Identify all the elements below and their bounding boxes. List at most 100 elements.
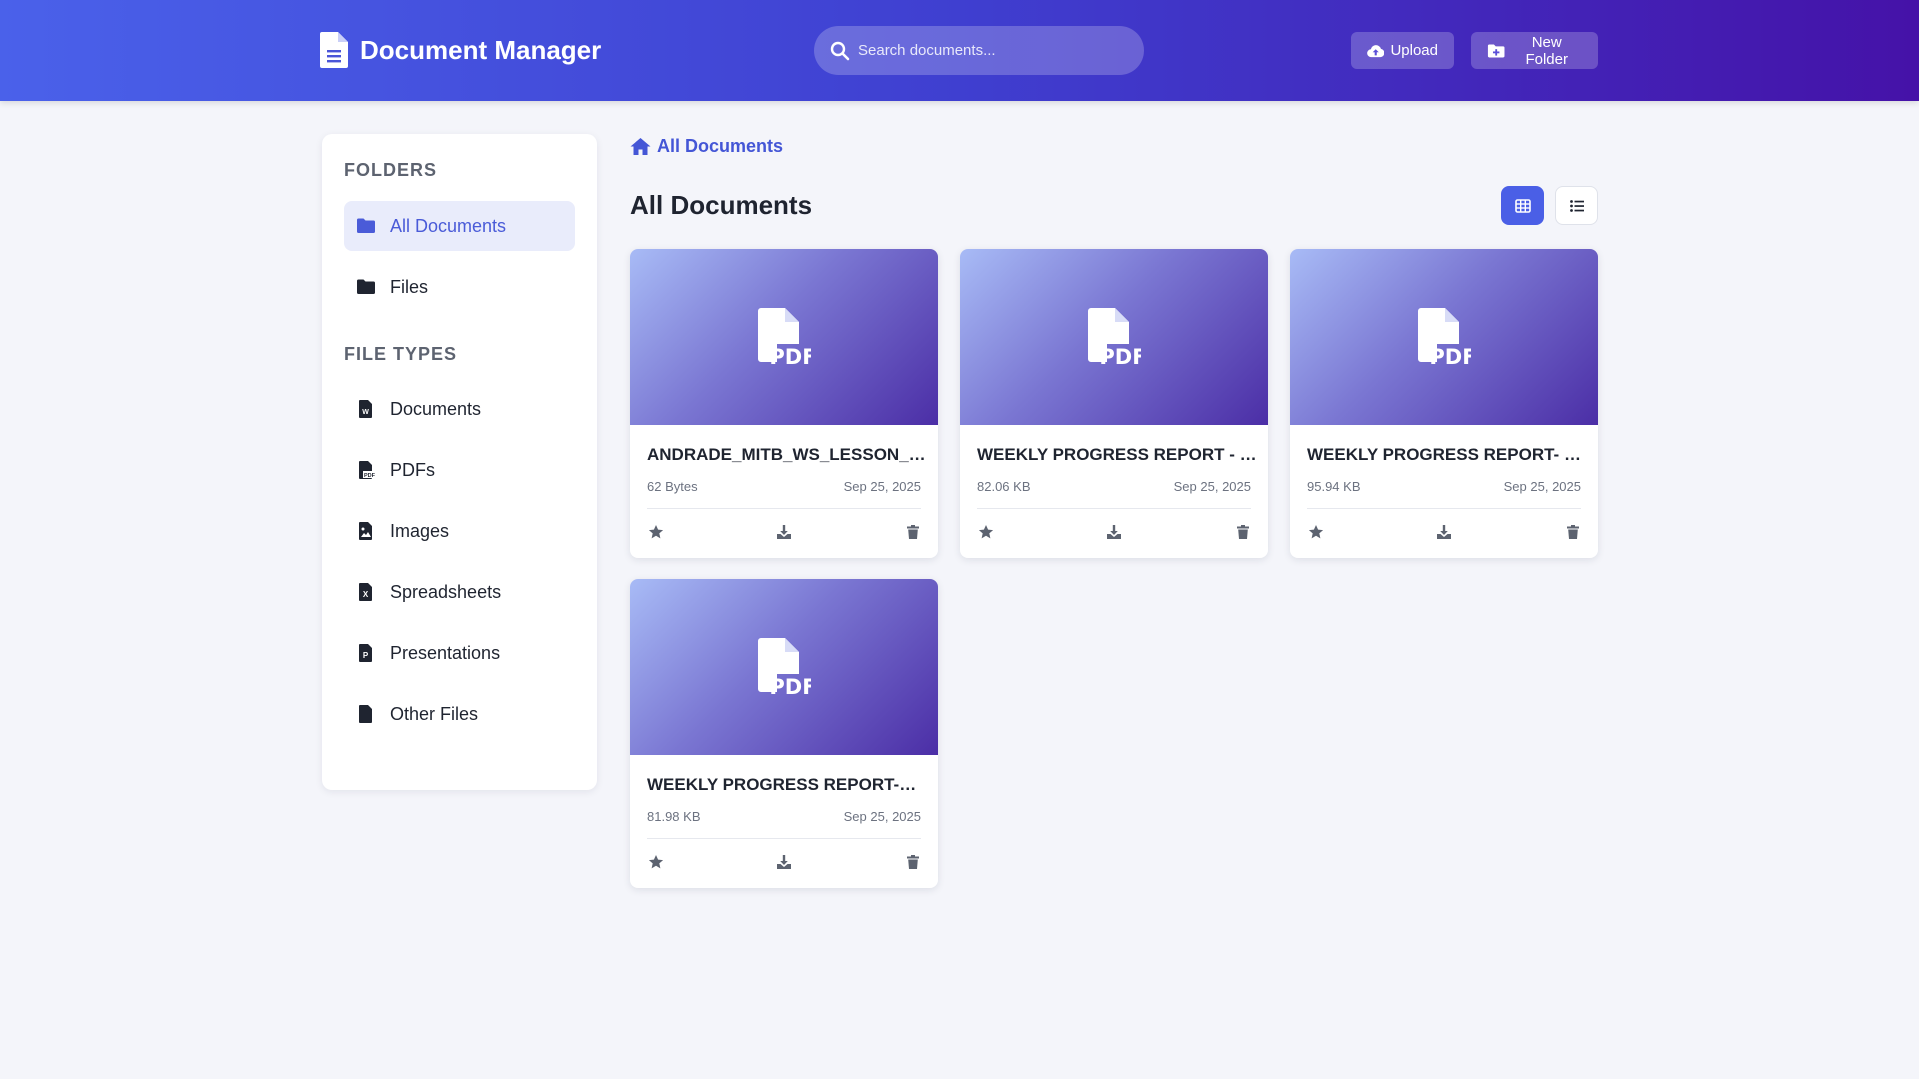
- download-icon: [777, 855, 791, 869]
- star-icon: [978, 525, 994, 539]
- star-button[interactable]: [645, 851, 667, 873]
- document-size: 81.98 KB: [647, 809, 701, 824]
- document-thumbnail[interactable]: PDF: [630, 249, 938, 425]
- star-icon: [648, 525, 664, 539]
- pdf-icon: PDF: [1418, 308, 1471, 366]
- document-thumbnail[interactable]: PDF: [630, 579, 938, 755]
- document-date: Sep 25, 2025: [1173, 479, 1251, 494]
- trash-icon: [1567, 525, 1579, 539]
- upload-label: Upload: [1390, 42, 1438, 59]
- document-card[interactable]: PDF WEEKLY PROGRESS REPORT - W... 82.06 …: [960, 249, 1268, 558]
- document-size: 82.06 KB: [977, 479, 1031, 494]
- document-card[interactable]: PDF ANDRADE_MITB_WS_LESSON_5 ... 62 Byte…: [630, 249, 938, 558]
- word-file-icon: W: [359, 400, 372, 418]
- document-date: Sep 25, 2025: [843, 479, 921, 494]
- upload-button[interactable]: Upload: [1351, 32, 1454, 69]
- card-divider: [1307, 508, 1581, 509]
- delete-button[interactable]: [1232, 521, 1254, 543]
- page-title: All Documents: [630, 190, 813, 220]
- sidebar-item-label: Other Files: [390, 703, 479, 724]
- new-folder-button[interactable]: New Folder: [1471, 32, 1598, 69]
- sidebar-item-label: All Documents: [390, 215, 507, 236]
- document-name[interactable]: WEEKLY PROGRESS REPORT- W...: [1307, 445, 1587, 465]
- delete-button[interactable]: [902, 851, 924, 873]
- folders-heading: FOLDERS: [344, 160, 438, 180]
- sidebar-item-documents[interactable]: W Documents: [344, 384, 575, 434]
- svg-text:PDF: PDF: [769, 675, 811, 696]
- download-button[interactable]: [1433, 521, 1455, 543]
- list-view-button[interactable]: [1555, 186, 1598, 225]
- document-thumbnail[interactable]: PDF: [960, 249, 1268, 425]
- star-button[interactable]: [645, 521, 667, 543]
- trash-icon: [907, 525, 919, 539]
- file-types-heading: FILE TYPES: [344, 344, 458, 364]
- new-folder-label: New Folder: [1525, 33, 1568, 68]
- document-name[interactable]: ANDRADE_MITB_WS_LESSON_5 ...: [647, 445, 927, 465]
- sidebar-item-label: Documents: [390, 398, 482, 419]
- document-icon: [320, 32, 348, 68]
- download-icon: [1107, 525, 1121, 539]
- sidebar-item-files[interactable]: Files: [344, 262, 575, 312]
- pdf-file-icon: PDF: [359, 461, 376, 479]
- folder-plus-icon: [1487, 44, 1505, 57]
- sidebar-item-label: Images: [390, 520, 450, 541]
- document-date: Sep 25, 2025: [1503, 479, 1581, 494]
- folder-icon: [357, 279, 375, 294]
- trash-icon: [1237, 525, 1249, 539]
- trash-icon: [907, 855, 919, 869]
- download-button[interactable]: [773, 851, 795, 873]
- star-button[interactable]: [1305, 521, 1327, 543]
- sidebar-item-label: Presentations: [390, 642, 501, 663]
- sidebar: FOLDERS All Documents Files FILE TYPES W…: [322, 134, 597, 790]
- grid-view-button[interactable]: [1501, 186, 1544, 225]
- document-size: 95.94 KB: [1307, 479, 1361, 494]
- sidebar-item-label: Files: [390, 276, 429, 297]
- card-divider: [647, 508, 921, 509]
- download-button[interactable]: [773, 521, 795, 543]
- star-icon: [1308, 525, 1324, 539]
- svg-text:PDF: PDF: [769, 345, 811, 366]
- home-icon: [630, 138, 651, 155]
- sidebar-item-spreadsheets[interactable]: X Spreadsheets: [344, 567, 575, 617]
- svg-text:W: W: [362, 409, 369, 416]
- star-icon: [648, 855, 664, 869]
- document-card[interactable]: PDF WEEKLY PROGRESS REPORT-WE... 81.98 K…: [630, 579, 938, 888]
- svg-text:X: X: [363, 590, 369, 599]
- app-header: Document Manager Upload New Folder: [0, 0, 1919, 101]
- delete-button[interactable]: [1562, 521, 1584, 543]
- star-button[interactable]: [975, 521, 997, 543]
- file-icon: [359, 705, 372, 723]
- search-input[interactable]: [858, 42, 1118, 59]
- document-card[interactable]: PDF WEEKLY PROGRESS REPORT- W... 95.94 K…: [1290, 249, 1598, 558]
- document-size: 62 Bytes: [647, 479, 698, 494]
- breadcrumb[interactable]: All Documents: [630, 136, 783, 157]
- card-divider: [647, 838, 921, 839]
- sidebar-item-pdfs[interactable]: PDF PDFs: [344, 445, 575, 495]
- document-date: Sep 25, 2025: [843, 809, 921, 824]
- breadcrumb-label: All Documents: [657, 136, 784, 156]
- pdf-icon: PDF: [1088, 308, 1141, 366]
- list-icon: [1569, 199, 1584, 212]
- document-name[interactable]: WEEKLY PROGRESS REPORT-WE...: [647, 775, 927, 795]
- app-title: Document Manager: [360, 34, 602, 65]
- svg-text:P: P: [363, 651, 369, 660]
- card-divider: [977, 508, 1251, 509]
- download-button[interactable]: [1103, 521, 1125, 543]
- download-icon: [777, 525, 791, 539]
- brand: Document Manager: [320, 32, 601, 68]
- sidebar-item-other-files[interactable]: Other Files: [344, 689, 575, 739]
- search-bar[interactable]: [814, 26, 1144, 75]
- grid-icon: [1514, 198, 1531, 213]
- delete-button[interactable]: [902, 521, 924, 543]
- sidebar-item-images[interactable]: Images: [344, 506, 575, 556]
- pdf-icon: PDF: [758, 638, 811, 696]
- sidebar-item-presentations[interactable]: P Presentations: [344, 628, 575, 678]
- svg-text:PDF: PDF: [1429, 345, 1471, 366]
- folder-icon: [357, 218, 375, 233]
- pdf-icon: PDF: [758, 308, 811, 366]
- sidebar-item-all-documents[interactable]: All Documents: [344, 201, 575, 251]
- powerpoint-file-icon: P: [359, 644, 372, 662]
- document-name[interactable]: WEEKLY PROGRESS REPORT - W...: [977, 445, 1257, 465]
- download-icon: [1437, 525, 1451, 539]
- document-thumbnail[interactable]: PDF: [1290, 249, 1598, 425]
